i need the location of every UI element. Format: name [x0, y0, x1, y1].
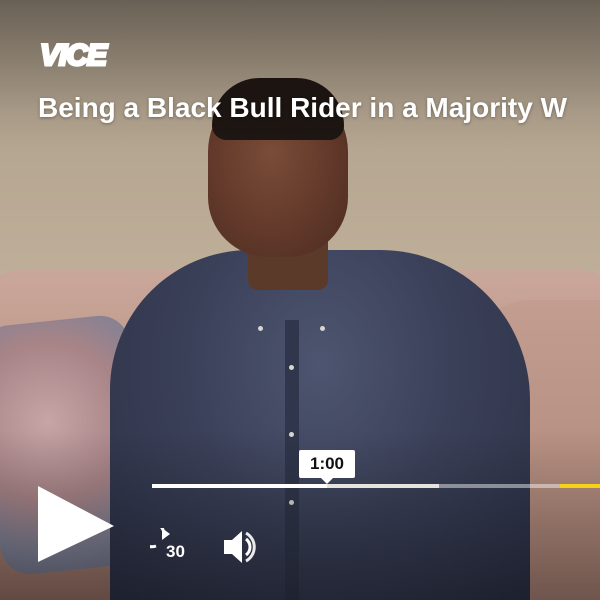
progress-marker — [559, 484, 600, 488]
vice-logo[interactable]: VICE VICE — [38, 38, 138, 72]
logo-text-fill: VICE — [40, 39, 108, 72]
shirt-button — [289, 365, 294, 370]
progress-played — [152, 484, 327, 488]
video-player[interactable]: VICE VICE Being a Black Bull Rider in a … — [0, 0, 600, 600]
volume-icon — [224, 531, 256, 563]
time-tooltip: 1:00 — [299, 450, 355, 484]
play-icon — [38, 486, 114, 562]
rewind-30-button[interactable]: 30 — [138, 521, 190, 566]
vice-logo-mark: VICE VICE — [39, 38, 111, 72]
rewind-label: 30 — [166, 542, 185, 561]
collar-button — [258, 326, 263, 331]
volume-button[interactable] — [222, 528, 262, 566]
top-shade — [0, 0, 600, 150]
play-button[interactable] — [36, 486, 116, 566]
progress-bar[interactable] — [152, 484, 600, 488]
collar-button — [320, 326, 325, 331]
video-title: Being a Black Bull Rider in a Majority W — [38, 92, 567, 123]
